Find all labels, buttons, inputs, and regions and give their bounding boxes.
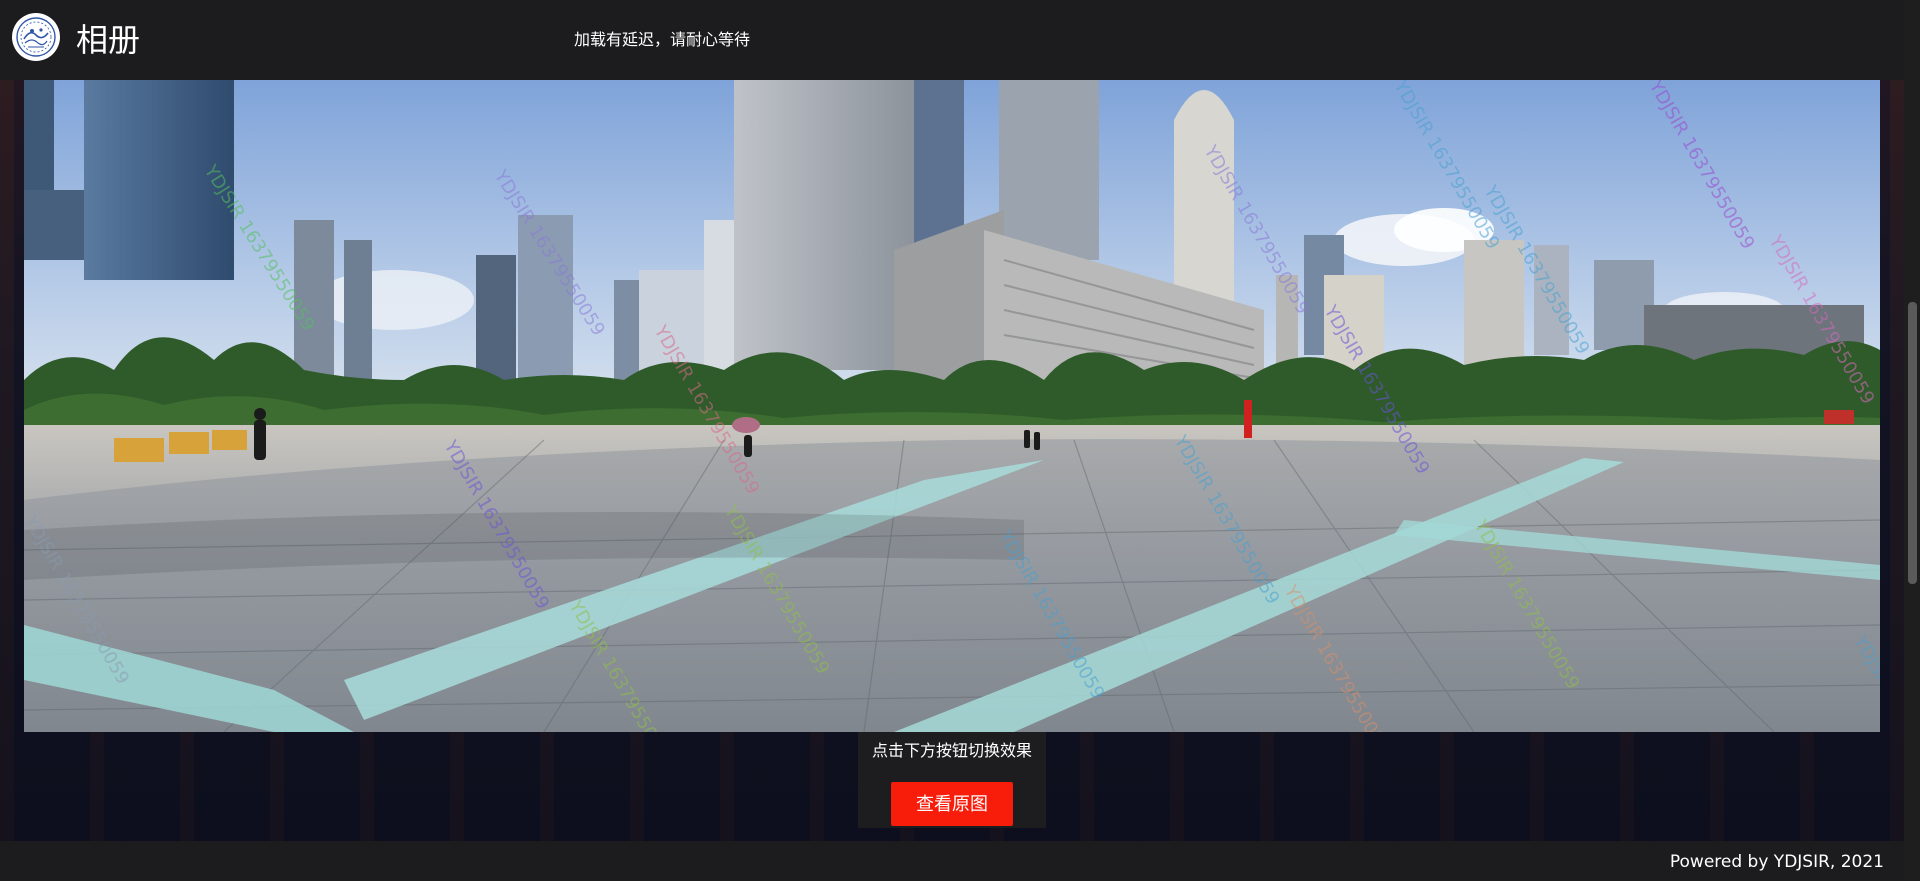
- footer: Powered by YDJSIR, 2021: [0, 841, 1904, 881]
- copyright-text: Powered by YDJSIR, 2021: [1669, 852, 1884, 872]
- scrollbar-thumb[interactable]: [1908, 302, 1917, 584]
- loading-notice: 加载有延迟，请耐心等待: [574, 30, 751, 49]
- vertical-scrollbar[interactable]: [1904, 0, 1920, 881]
- toggle-panel: 点击下方按钮切换效果 查看原图: [858, 732, 1046, 828]
- view-original-button[interactable]: 查看原图: [891, 782, 1013, 826]
- toggle-hint: 点击下方按钮切换效果: [871, 741, 1032, 760]
- panorama-photo[interactable]: YDJSIR 16379550059 YDJSIR 16379550059 YD…: [24, 80, 1880, 732]
- logo-emblem-icon[interactable]: [12, 13, 60, 61]
- page: 相册 加载有延迟，请耐心等待 YDJSIR 16379550059 YDJSIR…: [0, 0, 1920, 881]
- header: 相册 加载有延迟，请耐心等待: [0, 0, 1904, 80]
- page-title: 相册: [76, 21, 141, 59]
